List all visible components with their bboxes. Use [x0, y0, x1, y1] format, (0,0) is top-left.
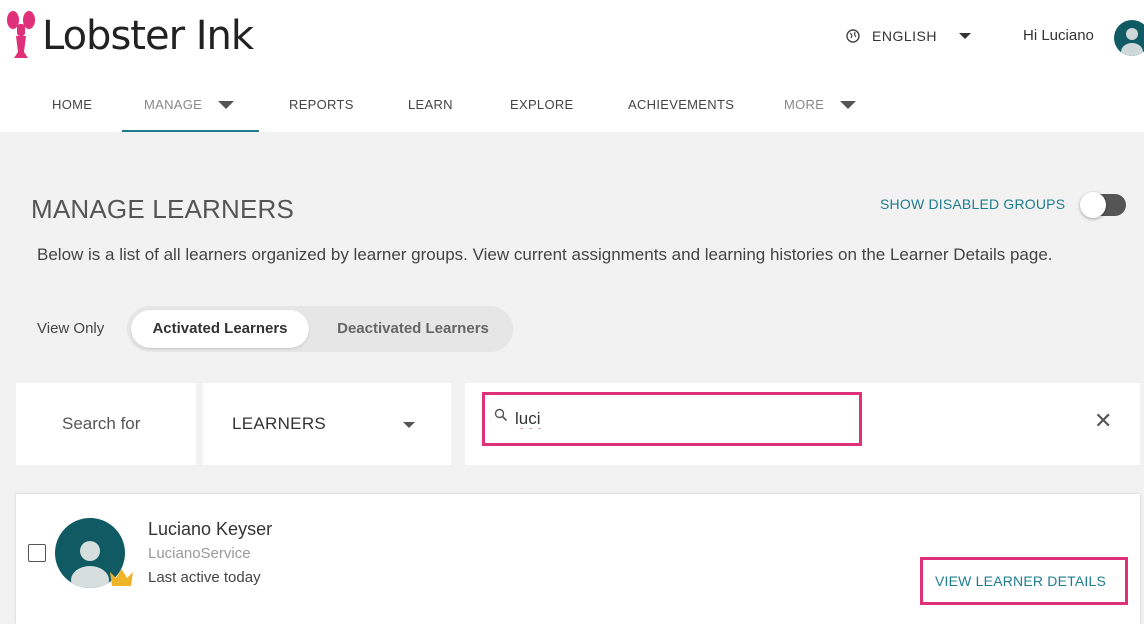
nav-more[interactable]: MORE	[784, 80, 857, 130]
top-header: Lobster Ink ENGLISH Hi Luciano HOME MANA…	[0, 0, 1144, 132]
nav-reports[interactable]: REPORTS	[289, 80, 354, 130]
language-label: ENGLISH	[872, 28, 937, 44]
user-greeting: Hi Luciano	[1023, 27, 1094, 44]
learner-last-active: Last active today	[148, 569, 261, 586]
deactivated-learners-button[interactable]: Deactivated Learners	[327, 306, 499, 352]
learner-status-filter: Activated Learners Deactivated Learners	[127, 306, 513, 352]
nav-manage[interactable]: MANAGE	[122, 80, 259, 132]
search-type-dropdown[interactable]: LEARNERS	[203, 383, 451, 465]
nav-more-label: MORE	[784, 97, 825, 112]
search-field[interactable]	[482, 392, 862, 446]
nav-manage-label: MANAGE	[144, 97, 203, 112]
show-disabled-groups-toggle[interactable]	[1080, 192, 1126, 218]
nav-explore-label: EXPLORE	[510, 97, 574, 112]
nav-home-label: HOME	[52, 97, 93, 112]
nav-learn-label: LEARN	[408, 97, 453, 112]
toggle-knob	[1080, 192, 1106, 218]
chevron-down-icon	[218, 101, 235, 109]
chevron-down-icon	[840, 101, 857, 109]
nav-reports-label: REPORTS	[289, 97, 354, 112]
close-icon[interactable]: ✕	[1094, 410, 1112, 432]
page-description: Below is a list of all learners organize…	[37, 245, 1053, 264]
activated-learners-button[interactable]: Activated Learners	[131, 310, 309, 348]
main-nav: HOME MANAGE REPORTS LEARN EXPLORE ACHIEV…	[0, 80, 1144, 132]
search-icon	[494, 408, 508, 422]
search-input[interactable]	[515, 407, 845, 431]
view-learner-details-button[interactable]: VIEW LEARNER DETAILS	[920, 557, 1128, 605]
learner-name: Luciano Keyser	[148, 519, 273, 539]
nav-achievements[interactable]: ACHIEVEMENTS	[628, 80, 734, 130]
chevron-down-icon	[958, 33, 971, 39]
nav-home[interactable]: HOME	[52, 80, 92, 130]
search-for-label: Search for	[62, 414, 141, 433]
user-avatar[interactable]	[1114, 20, 1144, 56]
search-for-box: Search for	[16, 383, 196, 465]
avatar-icon	[1121, 28, 1143, 56]
view-learner-details-label: VIEW LEARNER DETAILS	[935, 573, 1107, 589]
learner-select-checkbox[interactable]	[28, 544, 46, 562]
view-only-label: View Only	[37, 320, 105, 337]
learner-username: LucianoService	[148, 545, 251, 562]
chevron-down-icon	[403, 422, 415, 428]
globe-icon	[846, 29, 860, 43]
show-disabled-groups-label: SHOW DISABLED GROUPS	[880, 196, 1066, 212]
logo-text: Lobster Ink	[42, 13, 254, 59]
nav-explore[interactable]: EXPLORE	[510, 80, 574, 130]
search-type-value: LEARNERS	[232, 414, 327, 433]
crown-icon	[110, 569, 133, 586]
lobster-ink-logo[interactable]: Lobster Ink	[6, 10, 254, 62]
nav-learn[interactable]: LEARN	[408, 80, 453, 130]
lobster-logo-icon	[7, 11, 35, 58]
nav-achievements-label: ACHIEVEMENTS	[628, 97, 735, 112]
language-selector[interactable]: ENGLISH	[846, 28, 971, 44]
page-title: MANAGE LEARNERS	[31, 194, 295, 224]
